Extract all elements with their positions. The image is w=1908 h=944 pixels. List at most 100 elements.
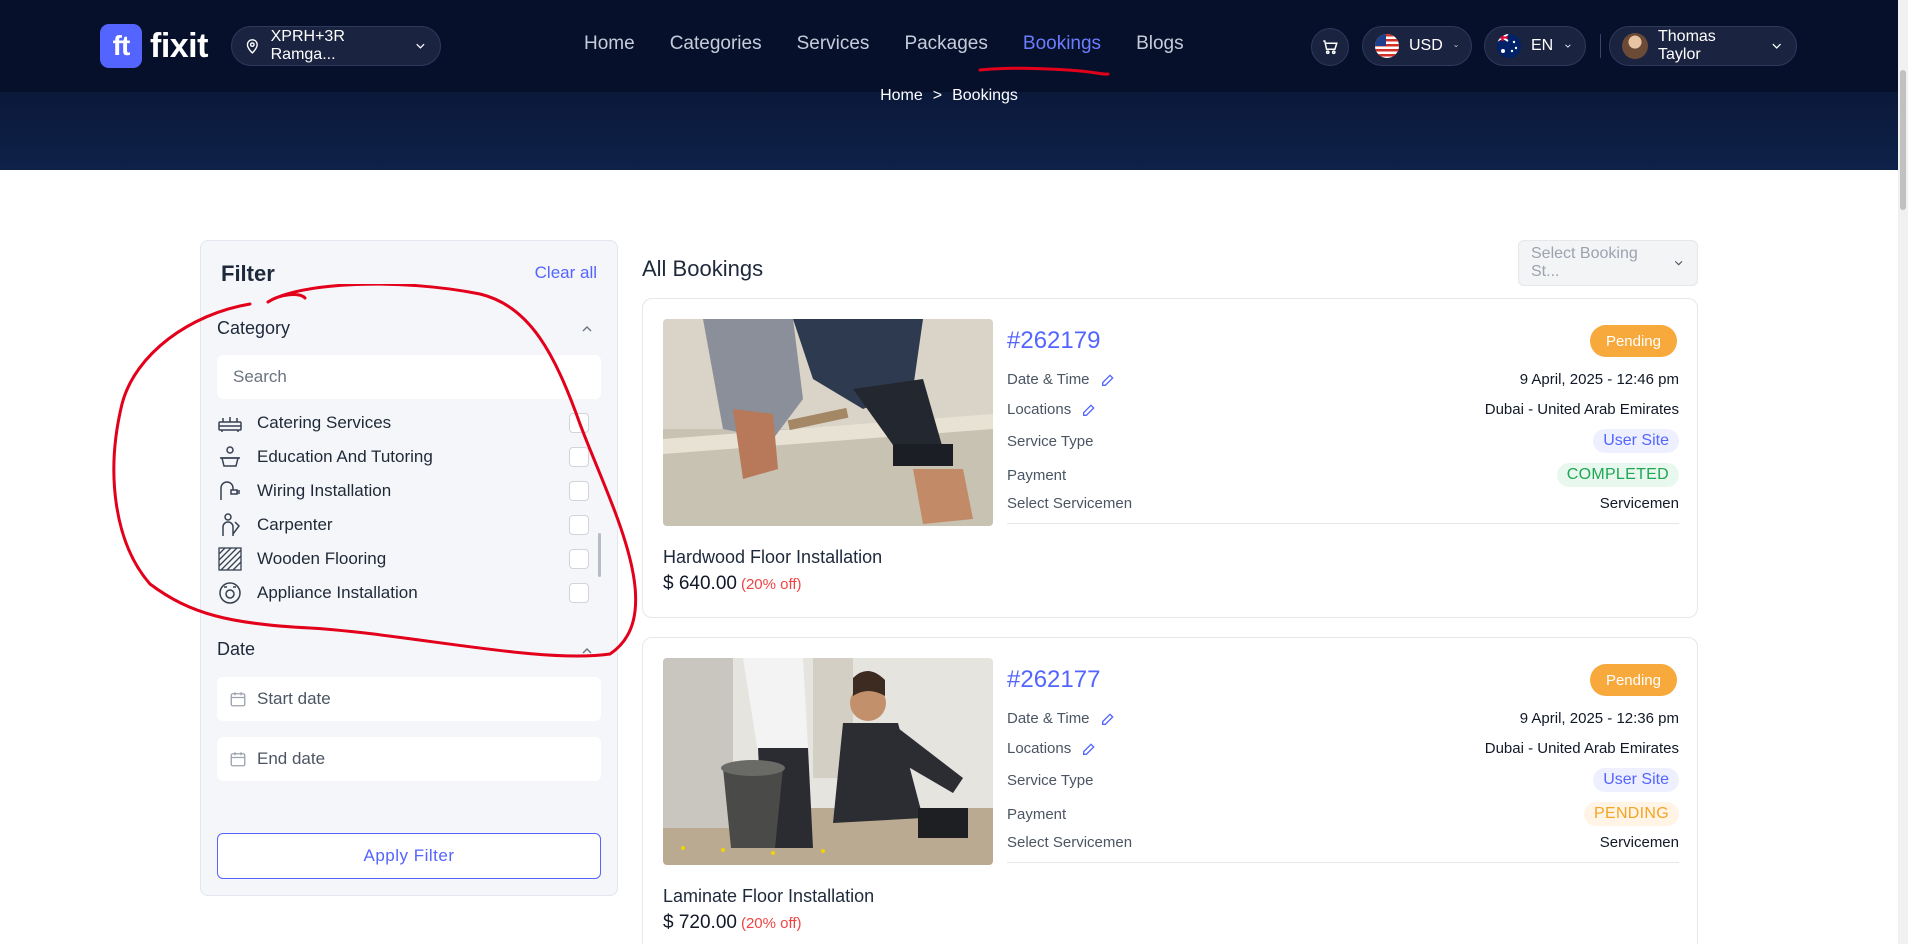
servicemen-label: Select Servicemen	[1007, 834, 1133, 851]
booking-card[interactable]: #262179 Pending Date & Time 9 April, 202…	[642, 298, 1698, 618]
payment-status: PENDING	[1584, 802, 1679, 826]
logo[interactable]: ft fixit	[100, 24, 208, 68]
language-selector[interactable]: EN	[1484, 26, 1586, 66]
main-nav: Home Categories Services Packages Bookin…	[584, 33, 1184, 55]
breadcrumb-current: Bookings	[952, 87, 1018, 104]
servicemen-value[interactable]: Servicemen	[1600, 495, 1679, 512]
us-flag-icon	[1375, 34, 1399, 58]
price: $ 640.00 (20% off)	[663, 573, 802, 595]
edit-icon[interactable]	[1081, 402, 1097, 418]
divider	[1007, 862, 1679, 863]
booking-status-select[interactable]: Select Booking St...	[1518, 240, 1698, 286]
user-menu[interactable]: Thomas Taylor	[1609, 26, 1797, 66]
breadcrumb: Home > Bookings	[0, 87, 1898, 105]
nav-bookings[interactable]: Bookings	[1023, 33, 1101, 55]
service-type-label: Service Type	[1007, 771, 1094, 789]
date-time-row: Date & Time 9 April, 2025 - 12:46 pm	[1007, 371, 1679, 388]
nav-categories[interactable]: Categories	[670, 33, 762, 55]
date-time-value: 9 April, 2025 - 12:36 pm	[1519, 710, 1679, 727]
date-time-row: Date & Time 9 April, 2025 - 12:36 pm	[1007, 710, 1679, 727]
location-value: Dubai - United Arab Emirates	[1484, 740, 1679, 757]
apply-filter-button[interactable]: Apply Filter	[217, 833, 601, 879]
date-time-label: Date & Time	[1007, 371, 1090, 388]
location-pin-icon	[246, 39, 258, 54]
nav-packages[interactable]: Packages	[904, 33, 987, 55]
location-row: Locations Dubai - United Arab Emirates	[1007, 401, 1679, 418]
au-flag-icon	[1497, 34, 1521, 58]
user-name: Thomas Taylor	[1658, 28, 1716, 63]
top-navbar: ft fixit XPRH+3R Ramga... Home Categorie…	[0, 0, 1898, 92]
avatar	[1622, 33, 1648, 59]
locations-label: Locations	[1007, 740, 1072, 757]
booking-image	[663, 658, 993, 865]
edit-icon[interactable]	[1100, 711, 1116, 727]
price-value: $ 720.00	[663, 912, 737, 933]
booking-id[interactable]: #262179	[1007, 327, 1100, 355]
cart-icon	[1323, 40, 1338, 55]
servicemen-row: Select Servicemen Servicemen	[1007, 495, 1679, 512]
start-date-placeholder: Start date	[257, 689, 331, 708]
location-text: XPRH+3R Ramga...	[270, 28, 345, 63]
divider	[1007, 523, 1679, 524]
price: $ 720.00 (20% off)	[663, 912, 802, 934]
start-date-field[interactable]: Start date	[217, 677, 601, 721]
breadcrumb-separator: >	[932, 87, 943, 104]
locations-label: Locations	[1007, 401, 1072, 418]
logo-text: fixit	[150, 26, 208, 65]
nav-blogs[interactable]: Blogs	[1136, 33, 1184, 55]
chevron-down-icon	[416, 43, 425, 49]
servicemen-row: Select Servicemen Servicemen	[1007, 834, 1679, 851]
service-type-label: Service Type	[1007, 432, 1094, 450]
header-divider	[1600, 34, 1601, 58]
booking-card[interactable]: #262177 Pending Date & Time 9 April, 202…	[642, 637, 1698, 944]
chevron-down-icon	[1565, 44, 1571, 48]
breadcrumb-home[interactable]: Home	[880, 87, 923, 105]
nav-home[interactable]: Home	[584, 33, 635, 55]
nav-services[interactable]: Services	[797, 33, 870, 55]
bookings-title: All Bookings	[642, 256, 764, 281]
location-selector[interactable]: XPRH+3R Ramga...	[231, 26, 441, 66]
calendar-icon	[230, 752, 246, 767]
edit-icon[interactable]	[1100, 372, 1116, 388]
payment-row: Payment PENDING	[1007, 802, 1679, 826]
service-type-value: User Site	[1593, 429, 1679, 453]
chevron-down-icon	[1454, 45, 1458, 48]
page-scrollbar-thumb[interactable]	[1900, 70, 1906, 210]
annotation-circle	[112, 284, 638, 658]
edit-icon[interactable]	[1081, 741, 1097, 757]
end-date-placeholder: End date	[257, 749, 326, 768]
clear-all-link[interactable]: Clear all	[535, 263, 597, 283]
service-name: Hardwood Floor Installation	[663, 547, 883, 567]
annotation-underline	[978, 66, 1110, 76]
chevron-down-icon	[1772, 43, 1781, 49]
date-time-label: Date & Time	[1007, 710, 1090, 727]
currency-label: USD	[1409, 37, 1443, 54]
calendar-icon	[230, 692, 246, 707]
payment-label: Payment	[1007, 805, 1067, 823]
location-row: Locations Dubai - United Arab Emirates	[1007, 740, 1679, 757]
service-type-row: Service Type User Site	[1007, 768, 1679, 792]
discount-label: (20% off)	[740, 915, 802, 932]
price-value: $ 640.00	[663, 573, 737, 594]
service-type-value: User Site	[1593, 768, 1679, 792]
servicemen-label: Select Servicemen	[1007, 495, 1133, 512]
servicemen-value[interactable]: Servicemen	[1600, 834, 1679, 851]
date-time-value: 9 April, 2025 - 12:46 pm	[1519, 371, 1679, 388]
booking-image	[663, 319, 993, 526]
service-type-row: Service Type User Site	[1007, 429, 1679, 453]
booking-status-placeholder: Select Booking St...	[1531, 245, 1638, 280]
service-name: Laminate Floor Installation	[663, 886, 875, 906]
cart-button[interactable]	[1311, 28, 1349, 66]
payment-label: Payment	[1007, 466, 1067, 484]
currency-selector[interactable]: USD	[1362, 26, 1472, 66]
end-date-field[interactable]: End date	[217, 737, 601, 781]
discount-label: (20% off)	[740, 576, 802, 593]
location-value: Dubai - United Arab Emirates	[1484, 401, 1679, 418]
logo-mark: ft	[100, 24, 142, 68]
payment-status: COMPLETED	[1556, 463, 1679, 487]
booking-id[interactable]: #262177	[1007, 666, 1100, 694]
status-badge: Pending	[1589, 325, 1677, 357]
language-label: EN	[1531, 37, 1554, 54]
chevron-down-icon	[1674, 260, 1683, 266]
status-badge: Pending	[1589, 664, 1677, 696]
